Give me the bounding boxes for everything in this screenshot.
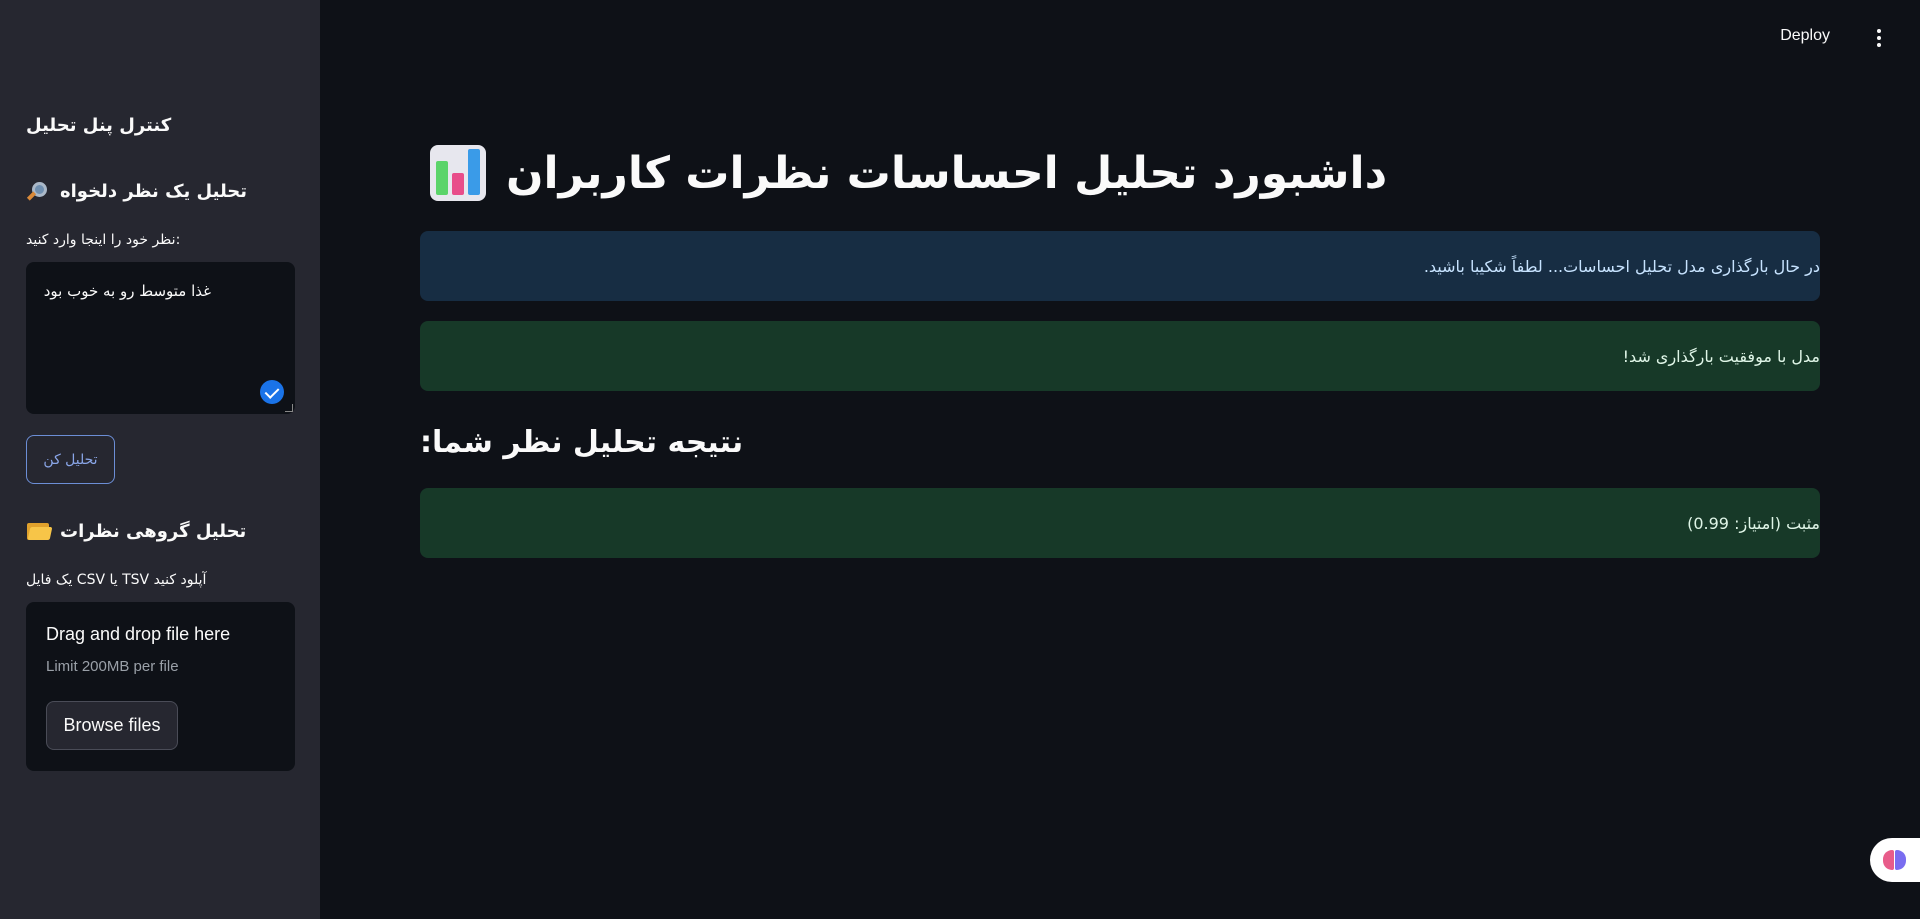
brain-icon[interactable] xyxy=(1870,838,1920,882)
group-analysis-heading-text: تحلیل گروهی نظرات xyxy=(60,520,247,542)
comment-textarea[interactable]: غذا متوسط رو به خوب بود xyxy=(26,262,295,414)
bar-chart-icon xyxy=(430,145,486,201)
sidebar-title: کنترل پنل تحلیل xyxy=(26,115,172,136)
file-dropzone[interactable]: Drag and drop file here Limit 200MB per … xyxy=(26,602,295,771)
result-heading: نتیجه تحلیل نظر شما: xyxy=(420,425,744,460)
browse-files-button[interactable]: Browse files xyxy=(46,701,178,750)
page-title-text: داشبورد تحلیل احساسات نظرات کاربران xyxy=(506,147,1388,199)
group-analysis-heading: تحلیل گروهی نظرات xyxy=(26,520,246,542)
result-text: مثبت (امتیاز: 0.99) xyxy=(1687,513,1820,533)
model-loaded-success-alert: مدل با موفقیت بارگذاری شد! xyxy=(420,321,1820,391)
magnifier-icon xyxy=(26,180,52,202)
single-analysis-heading: تحلیل یک نظر دلخواه xyxy=(26,180,247,202)
checkmark-icon xyxy=(260,380,284,404)
page-title: داشبورد تحلیل احساسات نظرات کاربران xyxy=(430,145,1387,201)
folder-icon xyxy=(26,520,53,542)
result-success-alert: مثبت (امتیاز: 0.99) xyxy=(420,488,1820,558)
dropzone-limit: Limit 200MB per file xyxy=(46,658,179,675)
single-analysis-heading-text: تحلیل یک نظر دلخواه xyxy=(60,180,248,202)
main-content: Deploy داشبورد تحلیل احساسات نظرات کاربر… xyxy=(320,0,1920,919)
upload-label: یک فایل CSV یا TSV آپلود کنید xyxy=(26,572,207,588)
loading-info-alert: در حال بارگذاری مدل تحلیل احساسات... لطف… xyxy=(420,231,1820,301)
dropzone-title: Drag and drop file here xyxy=(46,624,231,644)
comment-input-label: نظر خود را اینجا وارد کنید: xyxy=(26,232,181,248)
model-loaded-text: مدل با موفقیت بارگذاری شد! xyxy=(1622,346,1820,366)
sidebar: کنترل پنل تحلیل تحلیل یک نظر دلخواه نظر … xyxy=(0,0,320,919)
analyze-button[interactable]: تحلیل کن xyxy=(26,435,115,484)
kebab-menu-icon[interactable] xyxy=(1876,29,1882,47)
comment-textarea-value[interactable]: غذا متوسط رو به خوب بود xyxy=(44,282,211,300)
loading-info-text: در حال بارگذاری مدل تحلیل احساسات... لطف… xyxy=(1423,256,1820,276)
resize-handle[interactable] xyxy=(285,404,293,412)
deploy-button[interactable]: Deploy xyxy=(1780,27,1830,45)
